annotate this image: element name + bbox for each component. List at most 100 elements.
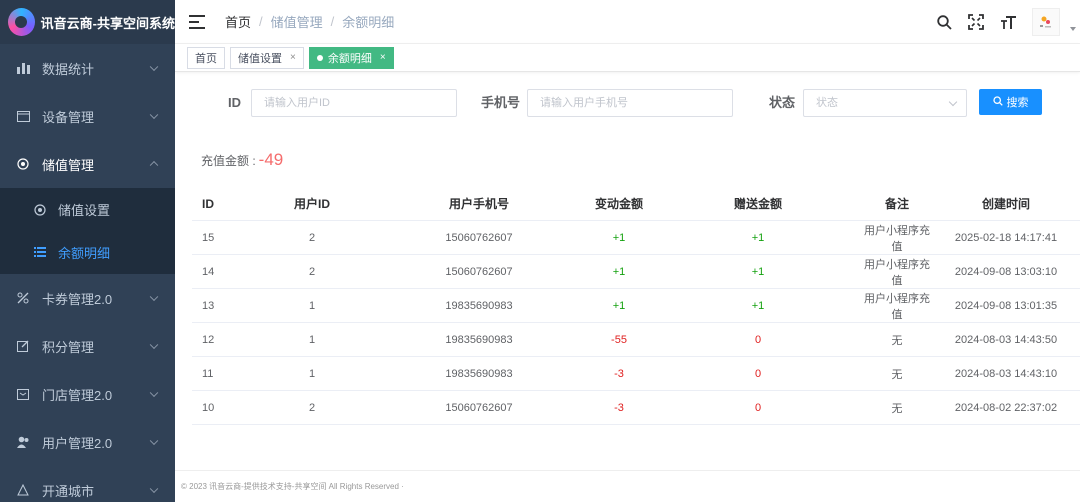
sidebar-item-label: 储值管理 — [42, 157, 95, 173]
cell-remark: 用户小程序充值 — [864, 292, 930, 321]
cell-remark: 无 — [891, 368, 903, 381]
cell-id: 12 — [202, 333, 215, 346]
cell-phone: 15060762607 — [445, 265, 513, 278]
phone-input[interactable]: 请输入用户手机号 — [527, 89, 733, 117]
cell-bonus-amount: 0 — [754, 367, 762, 380]
recharge-summary: 充值金额 : -49 — [201, 150, 283, 170]
sidebar-item-label: 数据统计 — [42, 61, 95, 77]
breadcrumb-separator: / — [330, 14, 335, 29]
tags-view: 首页 储值设置 × 余额明细 × — [175, 44, 1080, 72]
column-header: 变动金额 — [594, 197, 643, 211]
id-label: ID — [228, 95, 241, 110]
sidebar-item-stored-value[interactable]: 储值管理 — [0, 140, 175, 188]
cell-change-amount: -3 — [614, 401, 624, 414]
search-button[interactable]: 搜索 — [979, 89, 1042, 115]
main-content: ID 请输入用户ID 手机号 请输入用户手机号 状态 状态 搜索 充值金额 : … — [175, 73, 1080, 502]
coupon-icon — [16, 291, 30, 305]
font-size-icon[interactable] — [992, 0, 1024, 44]
chevron-down-icon — [948, 97, 958, 107]
column-header: ID — [202, 196, 214, 211]
city-icon — [16, 483, 30, 497]
cell-remark: 无 — [891, 334, 903, 347]
menu-toggle-icon[interactable] — [189, 14, 205, 29]
chevron-up-icon — [149, 160, 159, 170]
tag-stored-value-settings[interactable]: 储值设置 × — [230, 46, 304, 69]
cell-created-at: 2024-09-08 13:01:35 — [954, 299, 1058, 312]
edit-icon — [16, 339, 30, 353]
cell-id: 13 — [202, 299, 215, 312]
cell-remark: 用户小程序充值 — [864, 258, 930, 287]
search-icon[interactable] — [928, 0, 960, 44]
status-select[interactable]: 状态 — [803, 89, 967, 117]
cell-created-at: 2024-08-03 14:43:50 — [954, 333, 1058, 346]
cell-remark: 无 — [891, 402, 903, 415]
breadcrumb-home[interactable]: 首页 — [225, 12, 251, 31]
status-select-value: 状态 — [816, 97, 838, 109]
app-title: 讯音云商-共享空间系统 — [40, 15, 175, 31]
sidebar-item-users[interactable]: 用户管理2.0 — [0, 418, 175, 466]
bar-chart-icon — [16, 61, 30, 75]
id-input[interactable]: 请输入用户ID — [251, 89, 457, 117]
breadcrumb-current: 余额明细 — [342, 15, 395, 30]
logo-icon — [8, 8, 35, 36]
calendar-icon — [16, 109, 30, 123]
target-icon — [34, 203, 46, 216]
table-row: 15 2 15060762607 +1 +1 用户小程序充值 2025-02-1… — [192, 221, 1080, 255]
brand[interactable]: 讯音云商-共享空间系统 — [0, 0, 175, 44]
tag-label: 储值设置 — [238, 52, 282, 65]
sidebar-item-label: 门店管理2.0 — [42, 387, 113, 403]
recharge-amount-label: 充值金额 : — [201, 154, 256, 168]
cell-user-id: 1 — [308, 333, 316, 346]
filter-form: ID 请输入用户ID 手机号 请输入用户手机号 状态 状态 搜索 — [175, 89, 1080, 117]
sidebar-item-label: 余额明细 — [58, 246, 111, 261]
cell-id: 11 — [202, 367, 214, 380]
table-row: 11 1 19835690983 -3 0 无 2024-08-03 14:43… — [192, 357, 1080, 391]
footer: © 2023 讯音云商-提供技术支持-共享空间 All Rights Reser… — [175, 470, 1080, 502]
users-icon — [16, 435, 30, 449]
breadcrumb-separator: / — [259, 14, 263, 29]
status-label: 状态 — [769, 95, 796, 110]
sidebar-item-points[interactable]: 积分管理 — [0, 322, 175, 370]
cell-phone: 15060762607 — [445, 231, 513, 244]
recharge-amount-value: -49 — [258, 150, 284, 169]
close-icon[interactable]: × — [380, 52, 386, 63]
tag-balance-detail[interactable]: 余额明细 × — [308, 46, 394, 69]
sidebar-item-stats[interactable]: 数据统计 — [0, 44, 175, 92]
cell-id: 15 — [202, 231, 215, 244]
breadcrumb-stored-value: 储值管理 — [270, 15, 323, 30]
sidebar-item-stored-value-settings[interactable]: 储值设置 — [0, 188, 175, 231]
sidebar-item-label: 设备管理 — [42, 109, 95, 125]
sidebar-item-cities[interactable]: 开通城市 — [0, 466, 175, 502]
tag-home[interactable]: 首页 — [187, 46, 225, 69]
sidebar: 讯音云商-共享空间系统 数据统计 设备管理 储值管理 储值设置 余额明细 卡券管… — [0, 0, 175, 502]
column-header: 赠送金额 — [733, 197, 782, 211]
tag-label: 余额明细 — [327, 52, 372, 65]
cell-bonus-amount: 0 — [754, 401, 762, 414]
list-icon — [34, 246, 46, 259]
caret-down-icon[interactable] — [1070, 27, 1076, 31]
fullscreen-icon[interactable] — [960, 0, 992, 44]
cell-created-at: 2025-02-18 14:17:41 — [954, 231, 1058, 244]
tag-label: 首页 — [195, 52, 217, 65]
cell-change-amount: +1 — [612, 231, 626, 244]
chevron-down-icon — [149, 292, 159, 302]
cell-change-amount: -55 — [611, 333, 627, 346]
cell-phone: 19835690983 — [445, 367, 513, 380]
table-row: 13 1 19835690983 +1 +1 用户小程序充值 2024-09-0… — [192, 289, 1080, 323]
avatar[interactable] — [1032, 8, 1060, 36]
cell-id: 10 — [202, 401, 215, 414]
cell-phone: 19835690983 — [445, 333, 513, 346]
cell-bonus-amount: +1 — [751, 299, 765, 312]
sidebar-item-devices[interactable]: 设备管理 — [0, 92, 175, 140]
sidebar-item-stores[interactable]: 门店管理2.0 — [0, 370, 175, 418]
cell-bonus-amount: +1 — [751, 265, 765, 278]
table-row: 12 1 19835690983 -55 0 无 2024-08-03 14:4… — [192, 323, 1080, 357]
chevron-down-icon — [149, 484, 159, 494]
table-row: 14 2 15060762607 +1 +1 用户小程序充值 2024-09-0… — [192, 255, 1080, 289]
search-button-label: 搜索 — [1006, 97, 1029, 109]
chevron-down-icon — [149, 340, 159, 350]
close-icon[interactable]: × — [290, 52, 296, 63]
sidebar-item-coupons[interactable]: 卡券管理2.0 — [0, 274, 175, 322]
sidebar-item-balance-detail[interactable]: 余额明细 — [0, 231, 175, 274]
cell-change-amount: +1 — [612, 265, 626, 278]
